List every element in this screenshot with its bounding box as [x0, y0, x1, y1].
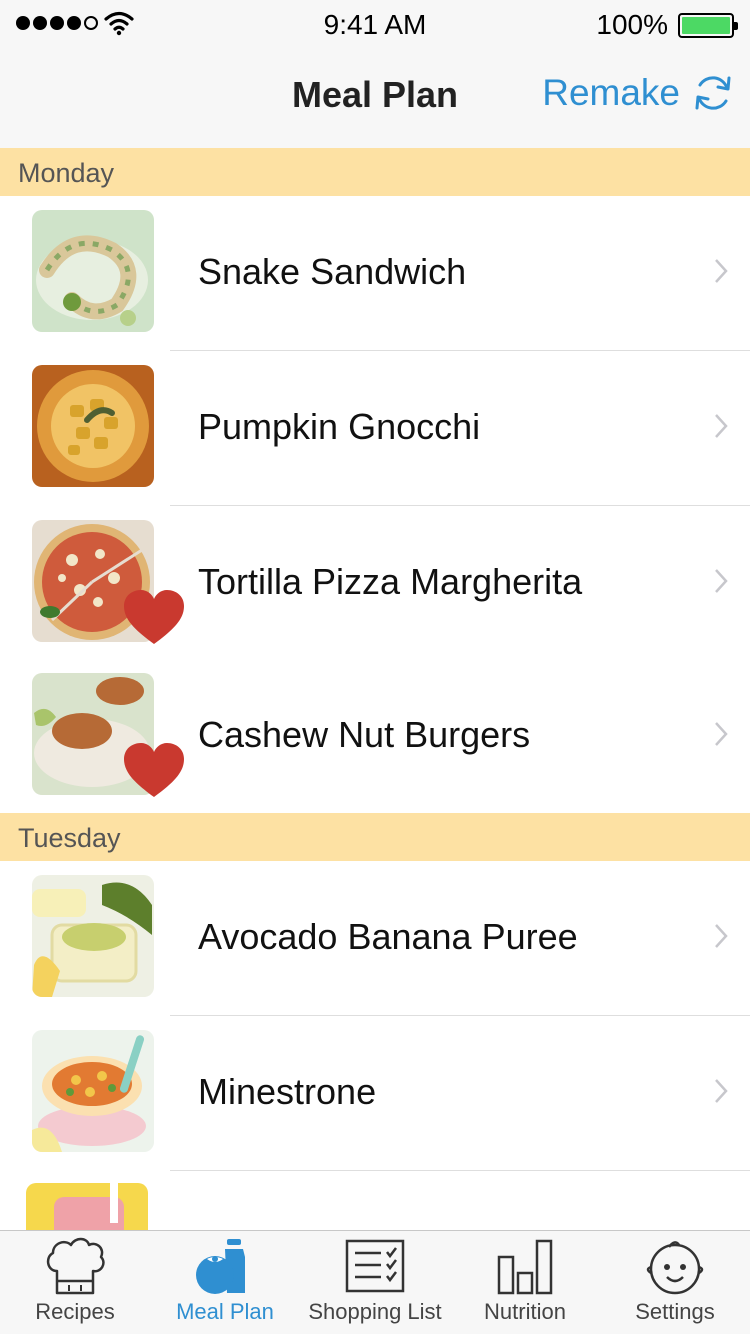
refresh-icon — [695, 76, 731, 110]
meal-name: Avocado Banana Puree — [198, 916, 578, 957]
status-bar: 9:41 AM 100% — [0, 0, 750, 50]
tab-label: Settings — [635, 1299, 715, 1324]
section-header-tuesday: Tuesday — [0, 813, 750, 861]
chef-hat-icon — [46, 1237, 105, 1295]
meal-thumbnail — [26, 1183, 148, 1230]
tab-nutrition[interactable]: Nutrition — [450, 1231, 600, 1334]
tab-meal-plan[interactable]: Meal Plan — [150, 1231, 300, 1334]
battery-icon — [678, 13, 738, 38]
remake-button[interactable]: Remake — [542, 72, 734, 114]
meal-row-avocado-banana-puree[interactable]: Avocado Banana Puree — [0, 861, 750, 1016]
meal-thumbnail — [32, 210, 154, 332]
section-header-monday: Monday — [0, 148, 750, 196]
tab-shopping-list[interactable]: Shopping List — [300, 1231, 450, 1334]
favorite-heart-icon — [124, 743, 184, 797]
top-bar: 9:41 AM 100% Meal Plan Remake — [0, 0, 750, 148]
chevron-right-icon — [715, 414, 728, 438]
meal-row-minestrone[interactable]: Minestrone — [0, 1016, 750, 1171]
meal-row-pumpkin-gnocchi[interactable]: Pumpkin Gnocchi — [0, 351, 750, 506]
meal-row-partial[interactable] — [0, 1171, 750, 1230]
tab-label: Recipes — [35, 1299, 115, 1324]
meal-name: Minestrone — [198, 1071, 377, 1112]
meal-thumbnail — [32, 875, 154, 997]
meal-plan-icon — [196, 1239, 245, 1294]
bar-chart-icon — [497, 1239, 553, 1295]
tab-label: Nutrition — [484, 1299, 566, 1324]
tab-label: Meal Plan — [176, 1299, 274, 1324]
meal-row-snake-sandwich[interactable]: Snake Sandwich — [0, 196, 750, 351]
battery-percentage: 100% — [596, 9, 668, 40]
meal-thumbnail — [32, 365, 154, 487]
chevron-right-icon — [715, 722, 728, 746]
tab-settings[interactable]: Settings — [600, 1231, 750, 1334]
meal-name: Cashew Nut Burgers — [198, 714, 531, 755]
meal-name: Snake Sandwich — [198, 251, 467, 292]
baby-face-icon — [646, 1241, 704, 1295]
chevron-right-icon — [715, 1079, 728, 1103]
chevron-right-icon — [715, 569, 728, 593]
meal-thumbnail — [32, 1030, 154, 1152]
remake-label: Remake — [542, 72, 680, 113]
meal-row-tortilla-pizza-margherita[interactable]: Tortilla Pizza Margherita — [0, 506, 750, 661]
chevron-right-icon — [715, 259, 728, 283]
chevron-right-icon — [715, 924, 728, 948]
meal-name: Tortilla Pizza Margherita — [198, 561, 583, 602]
tab-bar: Recipes Meal Plan Shopping List Nutritio… — [0, 1230, 750, 1334]
tab-recipes[interactable]: Recipes — [0, 1231, 150, 1334]
tab-label: Shopping List — [308, 1299, 442, 1324]
checklist-icon — [345, 1239, 405, 1293]
favorite-heart-icon — [124, 590, 184, 644]
meal-name: Pumpkin Gnocchi — [198, 406, 481, 447]
meal-row-cashew-nut-burgers[interactable]: Cashew Nut Burgers — [0, 659, 750, 813]
